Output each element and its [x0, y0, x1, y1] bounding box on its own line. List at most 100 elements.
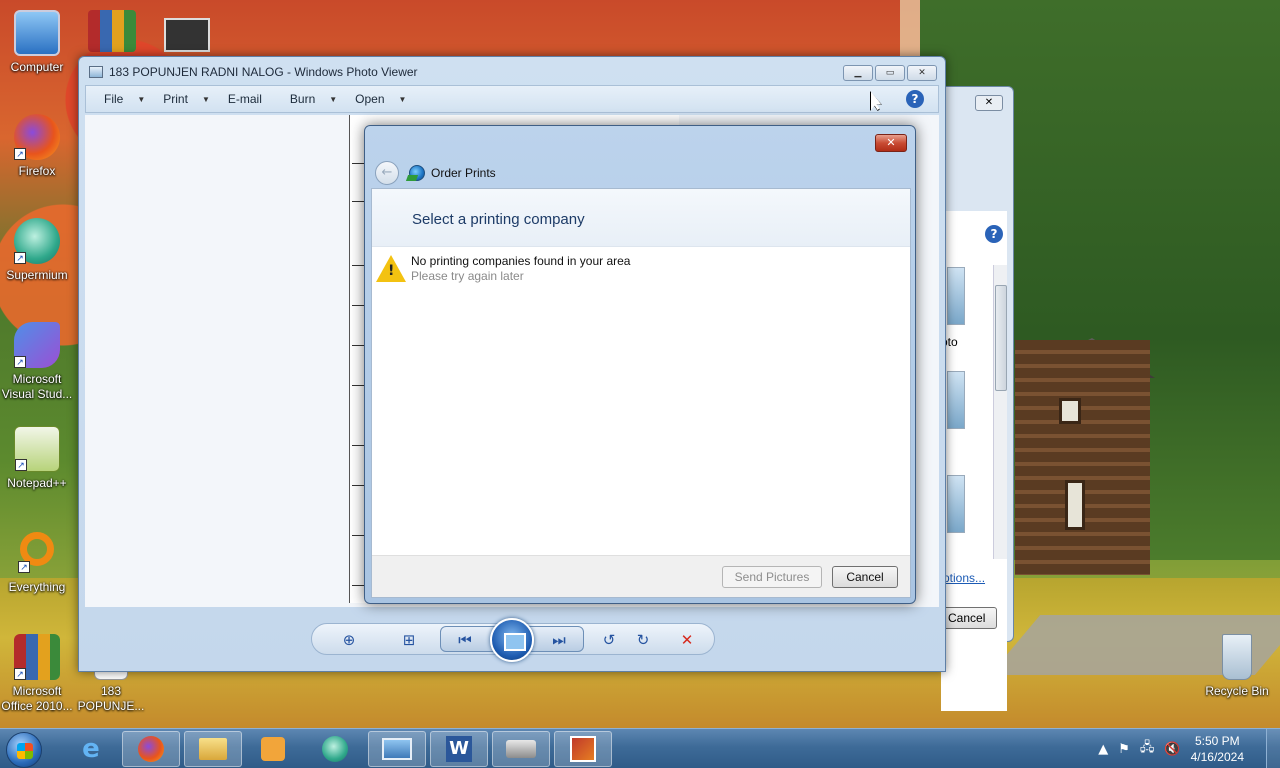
delete-icon[interactable]: ✕ [676, 630, 698, 650]
send-pictures-button[interactable]: Send Pictures [722, 566, 822, 588]
close-button[interactable]: ✕ [907, 65, 937, 81]
media-player-icon[interactable] [244, 731, 302, 767]
cabin-window [1065, 480, 1085, 530]
previous-icon[interactable]: ⏮ [454, 630, 476, 650]
system-tray: ▲ ⚑ 🖧 🔇 5:50 PM 4/16/2024 [1098, 729, 1244, 768]
cancel-button[interactable]: Cancel [832, 566, 898, 588]
photo-thumbnail[interactable] [947, 371, 965, 429]
cabin-window [1059, 398, 1081, 424]
office-picture-icon[interactable] [554, 731, 612, 767]
desktop-icon-office[interactable]: ↗ Microsoft Office 2010... [0, 634, 77, 714]
desktop-icon-label: Microsoft Visual Stud... [1, 372, 73, 401]
back-arrow-icon[interactable]: ← [375, 161, 399, 185]
clock-date: 4/16/2024 [1190, 750, 1244, 764]
desktop-icon-label: Supermium [6, 268, 68, 282]
photo-viewer-menubar: File ▼ Print ▼ E-mail Burn ▼ Open ▼ ? [85, 85, 939, 113]
show-hidden-icons-icon[interactable]: ▲ [1098, 742, 1108, 757]
minimize-button[interactable]: ▁ [843, 65, 873, 81]
help-icon[interactable]: ? [906, 90, 924, 108]
desktop-icon-everything[interactable]: ↗ Everything [0, 530, 77, 595]
rotate-clockwise-icon[interactable]: ↻ [632, 630, 654, 650]
dialog-close-button[interactable]: ✕ [875, 134, 907, 152]
action-center-flag-icon[interactable]: ⚑ [1118, 742, 1130, 757]
show-desktop-button[interactable] [1266, 729, 1280, 768]
desktop-icon-recycle-bin[interactable]: Recycle Bin [1197, 634, 1277, 699]
supermium-icon: ↗ [14, 218, 60, 264]
photo-viewer-icon[interactable] [368, 731, 426, 767]
photo-viewer-controls: ⊕ ⊞ ⏮ ⏭ ↺ ↻ ✕ [311, 618, 715, 662]
photo-viewer-title: 183 POPUNJEN RADNI NALOG - Windows Photo… [109, 65, 418, 79]
photo-thumbnail[interactable] [947, 267, 965, 325]
menu-print-label: Print [163, 92, 188, 106]
caption-buttons: ▁ ▭ ✕ [843, 65, 937, 81]
chevron-down-icon: ▼ [137, 94, 146, 104]
firefox-icon[interactable] [122, 731, 180, 767]
desktop-icon-visual-studio[interactable]: ↗ Microsoft Visual Stud... [0, 322, 77, 402]
dialog-footer: Send Pictures Cancel [372, 555, 910, 597]
dialog-instruction: Select a printing company [412, 211, 585, 228]
desktop-icon-image-top[interactable] [164, 18, 210, 52]
desktop-icon-winrar-top[interactable] [88, 10, 136, 52]
supermium-icon[interactable] [306, 731, 364, 767]
warning-icon [376, 255, 406, 282]
background-window-close-button[interactable]: ✕ [975, 95, 1003, 111]
background-window-content: ? oto ptions... Cancel [941, 211, 1007, 711]
desktop-icon-supermium[interactable]: ↗ Supermium [0, 218, 77, 283]
maximize-button[interactable]: ▭ [875, 65, 905, 81]
word-icon[interactable]: W [430, 731, 488, 767]
wallpaper-cabin [1015, 340, 1150, 575]
file-explorer-icon[interactable] [184, 731, 242, 767]
slideshow-icon[interactable] [490, 618, 534, 662]
menu-email[interactable]: E-mail [228, 92, 262, 106]
menu-email-label: E-mail [227, 92, 262, 106]
scanner-icon[interactable] [492, 731, 550, 767]
background-window-cancel-button[interactable]: Cancel [943, 607, 997, 629]
photo-viewer-app-icon [89, 66, 103, 78]
network-icon[interactable]: 🖧 [1140, 738, 1155, 760]
visual-studio-icon: ↗ [14, 322, 60, 368]
chevron-down-icon: ▼ [201, 94, 210, 104]
desktop-icon-computer[interactable]: Computer [0, 10, 77, 75]
clock-time: 5:50 PM [1194, 734, 1240, 748]
dialog-subheader: Select a printing company [372, 189, 910, 247]
menu-open[interactable]: Open ▼ [355, 92, 406, 106]
internet-explorer-icon[interactable]: e [62, 731, 120, 767]
help-icon[interactable]: ? [985, 225, 1003, 243]
taskbar: e W ▲ ⚑ 🖧 🔇 5:50 PM 4/16/2024 [0, 728, 1280, 768]
menu-open-label: Open [355, 92, 385, 106]
menu-print[interactable]: Print ▼ [163, 92, 210, 106]
firefox-icon: ↗ [14, 114, 60, 160]
desktop-icon-label: Everything [8, 580, 66, 594]
options-link[interactable]: ptions... [943, 571, 985, 585]
volume-muted-icon[interactable]: 🔇 [1164, 742, 1180, 757]
chevron-down-icon: ▼ [398, 94, 407, 104]
start-button[interactable] [6, 732, 42, 768]
photo-viewer-titlebar: 183 POPUNJEN RADNI NALOG - Windows Photo… [89, 65, 418, 79]
menu-file[interactable]: File ▼ [104, 92, 145, 106]
desktop-icon-notepad-plus-plus[interactable]: ↗ Notepad++ [0, 426, 77, 491]
background-window-scrollbar[interactable] [993, 265, 1007, 559]
rotate-counterclockwise-icon[interactable]: ↺ [598, 630, 620, 650]
menu-burn[interactable]: Burn ▼ [290, 92, 337, 106]
menu-burn-label: Burn [289, 92, 316, 106]
background-window[interactable]: ✕ ? oto ptions... Cancel [940, 86, 1014, 711]
desktop-icon-firefox[interactable]: ↗ Firefox [0, 114, 77, 179]
clock[interactable]: 5:50 PM 4/16/2024 [1191, 733, 1244, 765]
chevron-down-icon: ▼ [329, 94, 338, 104]
everything-icon: ↗ [18, 532, 54, 573]
zoom-icon[interactable]: ⊕ [338, 630, 360, 650]
desktop-icon-label: Firefox [18, 164, 56, 178]
scrollbar-thumb[interactable] [995, 285, 1007, 391]
notepad-plus-plus-icon: ↗ [14, 426, 60, 472]
recycle-bin-icon [1222, 634, 1252, 680]
desktop-icon-label: 183 POPUNJE... [77, 684, 145, 713]
order-prints-dialog[interactable]: ✕ ← Order Prints Select a printing compa… [364, 125, 916, 604]
dialog-body: Select a printing company No printing co… [371, 188, 911, 598]
next-icon[interactable]: ⏭ [548, 630, 570, 650]
message-sub: Please try again later [411, 269, 524, 283]
desktop-icon-label: Computer [10, 60, 64, 74]
desktop-icon-label: Microsoft Office 2010... [1, 684, 73, 713]
photo-thumbnail[interactable] [947, 475, 965, 533]
fit-window-icon[interactable]: ⊞ [398, 630, 420, 650]
message-main: No printing companies found in your area [411, 254, 631, 268]
